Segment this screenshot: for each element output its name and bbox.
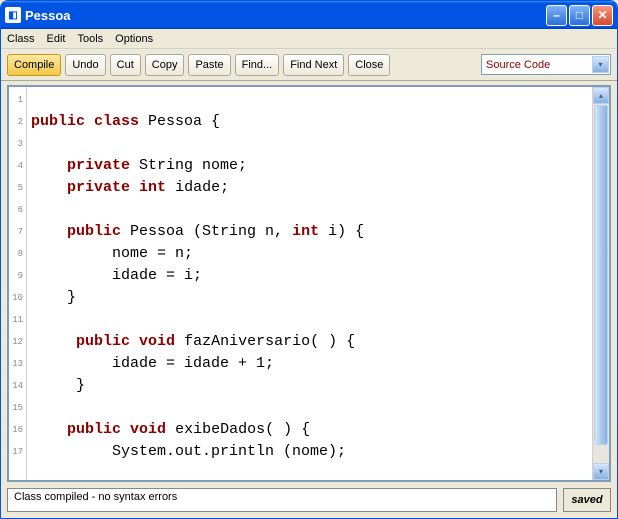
code-line[interactable]: private String nome; (31, 155, 588, 177)
code-line[interactable]: public void fazAniversario( ) { (31, 331, 588, 353)
menu-class[interactable]: Class (7, 33, 35, 45)
app-window: ◧ Pessoa – □ ✕ Class Edit Tools Options … (0, 0, 618, 519)
line-number: 9 (9, 265, 26, 287)
scroll-down-icon[interactable]: ▾ (593, 463, 609, 480)
find-next-button[interactable]: Find Next (283, 54, 344, 76)
line-number: 12 (9, 331, 26, 353)
line-number: 6 (9, 199, 26, 221)
cut-button[interactable]: Cut (110, 54, 141, 76)
copy-button[interactable]: Copy (145, 54, 185, 76)
line-number: 5 (9, 177, 26, 199)
line-number: 7 (9, 221, 26, 243)
code-line[interactable] (31, 133, 588, 155)
menu-options[interactable]: Options (115, 33, 153, 45)
code-line[interactable]: public class Pessoa { (31, 111, 588, 133)
code-line[interactable]: } (31, 287, 588, 309)
scroll-thumb[interactable] (594, 105, 608, 445)
paste-button[interactable]: Paste (188, 54, 230, 76)
chevron-down-icon: ▾ (592, 56, 609, 73)
menubar: Class Edit Tools Options (1, 29, 617, 49)
find-button[interactable]: Find... (235, 54, 280, 76)
code-line[interactable]: public Pessoa (String n, int i) { (31, 221, 588, 243)
code-line[interactable] (31, 199, 588, 221)
statusbar: Class compiled - no syntax errors saved (7, 488, 611, 512)
status-message: Class compiled - no syntax errors (7, 488, 557, 512)
line-number: 15 (9, 397, 26, 419)
close-window-button[interactable]: ✕ (592, 5, 613, 26)
minimize-button[interactable]: – (546, 5, 567, 26)
dropdown-selected: Source Code (486, 59, 550, 71)
scroll-track[interactable] (593, 446, 609, 463)
code-line[interactable] (31, 89, 588, 111)
code-line[interactable]: nome = n; (31, 243, 588, 265)
code-line[interactable] (31, 397, 588, 419)
code-line[interactable] (31, 309, 588, 331)
line-number: 16 (9, 419, 26, 441)
titlebar[interactable]: ◧ Pessoa – □ ✕ (1, 1, 617, 29)
line-gutter: 1234567891011121314151617 (9, 87, 27, 480)
code-line[interactable]: idade = i; (31, 265, 588, 287)
line-number: 1 (9, 89, 26, 111)
line-number: 8 (9, 243, 26, 265)
vertical-scrollbar[interactable]: ▴ ▾ (592, 87, 609, 480)
view-dropdown[interactable]: Source Code ▾ (481, 54, 611, 75)
close-button[interactable]: Close (348, 54, 390, 76)
code-line[interactable]: public void exibeDados( ) { (31, 419, 588, 441)
code-line[interactable]: System.out.println (nome); (31, 441, 588, 463)
line-number: 10 (9, 287, 26, 309)
toolbar: Compile Undo Cut Copy Paste Find... Find… (1, 49, 617, 81)
menu-edit[interactable]: Edit (47, 33, 66, 45)
line-number: 13 (9, 353, 26, 375)
code-line[interactable]: } (31, 375, 588, 397)
line-number: 2 (9, 111, 26, 133)
maximize-button[interactable]: □ (569, 5, 590, 26)
code-line[interactable]: idade = idade + 1; (31, 353, 588, 375)
line-number: 14 (9, 375, 26, 397)
menu-tools[interactable]: Tools (77, 33, 103, 45)
line-number: 3 (9, 133, 26, 155)
line-number: 17 (9, 441, 26, 463)
app-icon: ◧ (5, 7, 21, 23)
status-saved: saved (563, 488, 611, 512)
window-controls: – □ ✕ (546, 5, 613, 26)
undo-button[interactable]: Undo (65, 54, 105, 76)
line-number: 11 (9, 309, 26, 331)
editor: 1234567891011121314151617 public class P… (7, 85, 611, 482)
code-area[interactable]: public class Pessoa { private String nom… (27, 87, 592, 480)
compile-button[interactable]: Compile (7, 54, 61, 76)
scroll-up-icon[interactable]: ▴ (593, 87, 609, 104)
window-title: Pessoa (25, 8, 546, 23)
code-line[interactable]: private int idade; (31, 177, 588, 199)
line-number: 4 (9, 155, 26, 177)
